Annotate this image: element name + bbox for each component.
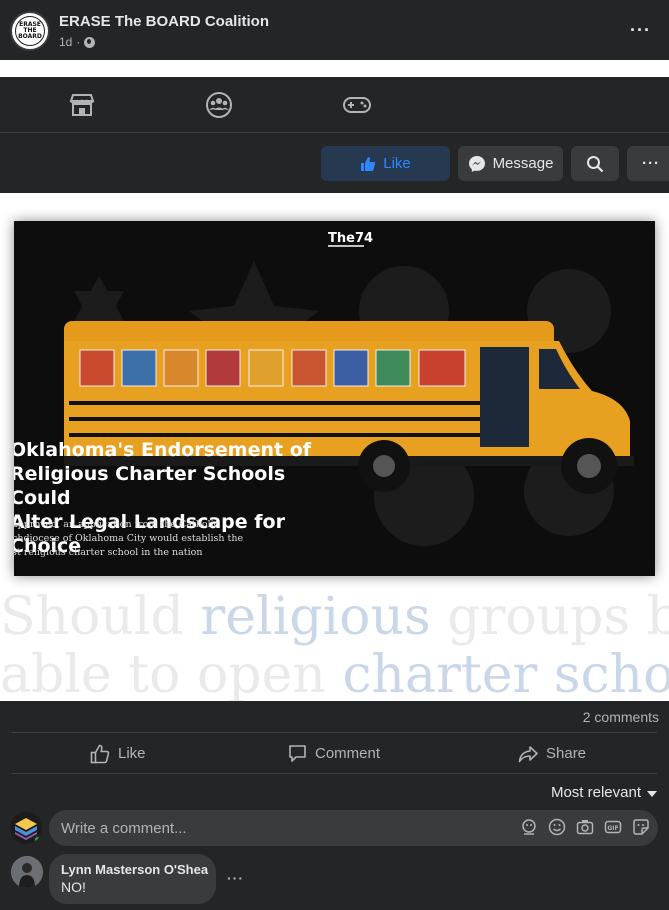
- post-more-button[interactable]: ···: [630, 20, 651, 41]
- post-image[interactable]: The74 Oklahoma's Endorsement of Religiou…: [0, 193, 669, 701]
- current-user-avatar[interactable]: [10, 812, 42, 844]
- comment-text: NO!: [61, 879, 86, 895]
- time-separator: ·: [76, 35, 81, 49]
- publisher-brand: The74: [328, 231, 374, 246]
- question-line-2: able to open charter schools?: [0, 645, 669, 701]
- reaction-bar: Like Comment Share: [12, 732, 657, 774]
- thumbs-up-outline-icon: [90, 744, 110, 763]
- message-button[interactable]: Message: [458, 146, 563, 181]
- sticker-icon[interactable]: [632, 818, 650, 836]
- page-name[interactable]: ERASE The BOARD Coalition: [59, 13, 269, 30]
- post-timestamp[interactable]: 1d ·: [59, 35, 96, 49]
- page-more-button[interactable]: ···: [627, 146, 669, 181]
- store-icon[interactable]: [67, 92, 97, 118]
- avatar-sticker-icon[interactable]: [520, 818, 538, 836]
- composer-tools: GIF: [520, 818, 650, 836]
- cover-strip: [0, 60, 669, 77]
- post-header: ERASE THE BOARD ERASE The BOARD Coalitio…: [0, 0, 669, 60]
- comment-options-button[interactable]: ···: [227, 870, 244, 886]
- page-action-bar: Like Message ···: [0, 133, 669, 193]
- question-overlay: Should religious groups be able to open …: [0, 588, 669, 701]
- share-button[interactable]: Share: [518, 733, 586, 774]
- article-subtext: approved, an application from the Cathol…: [14, 519, 244, 558]
- thumbs-up-icon: [361, 156, 376, 171]
- comment-count-link[interactable]: 2 comments: [583, 709, 659, 725]
- caret-down-icon: [647, 790, 657, 797]
- page-avatar[interactable]: ERASE THE BOARD: [10, 11, 50, 51]
- page-avatar-logo: ERASE THE BOARD: [15, 16, 45, 46]
- svg-text:GIF: GIF: [607, 825, 618, 832]
- commenter-avatar[interactable]: [11, 856, 43, 888]
- groups-icon[interactable]: [204, 92, 234, 118]
- like-label: Like: [118, 745, 146, 762]
- gif-icon[interactable]: GIF: [604, 818, 622, 836]
- comment-label: Comment: [315, 745, 381, 762]
- messenger-icon: [468, 155, 485, 172]
- page-like-label: Like: [383, 155, 411, 172]
- sort-label: Most relevant: [550, 784, 641, 801]
- comment-icon: [289, 745, 306, 762]
- like-button[interactable]: Like: [90, 733, 146, 774]
- comment-input[interactable]: Write a comment... GIF: [49, 810, 658, 846]
- comment-button[interactable]: Comment: [288, 733, 380, 774]
- article-graphic: The74 Oklahoma's Endorsement of Religiou…: [14, 221, 655, 576]
- share-label: Share: [546, 745, 587, 762]
- question-line-1: Should religious groups be: [0, 587, 669, 647]
- page-search-button[interactable]: [571, 146, 619, 181]
- comment-sort-dropdown[interactable]: Most relevant: [551, 784, 657, 801]
- message-label: Message: [492, 155, 554, 172]
- post-time-text: 1d: [59, 35, 73, 49]
- post-stats: 2 comments: [0, 701, 669, 732]
- comment-author[interactable]: Lynn Masterson O'Shea: [61, 862, 208, 877]
- camera-icon[interactable]: [576, 818, 594, 836]
- search-icon: [587, 155, 604, 172]
- emoji-icon[interactable]: [548, 818, 566, 836]
- online-status-dot: [33, 835, 42, 844]
- comment-placeholder: Write a comment...: [61, 820, 187, 837]
- page-nav-bar: [0, 77, 669, 133]
- page-like-button[interactable]: Like: [321, 146, 450, 181]
- share-icon: [518, 745, 538, 762]
- comment-bubble: Lynn Masterson O'Shea NO!: [49, 854, 216, 904]
- globe-icon: [84, 36, 96, 48]
- gaming-icon[interactable]: [342, 92, 372, 118]
